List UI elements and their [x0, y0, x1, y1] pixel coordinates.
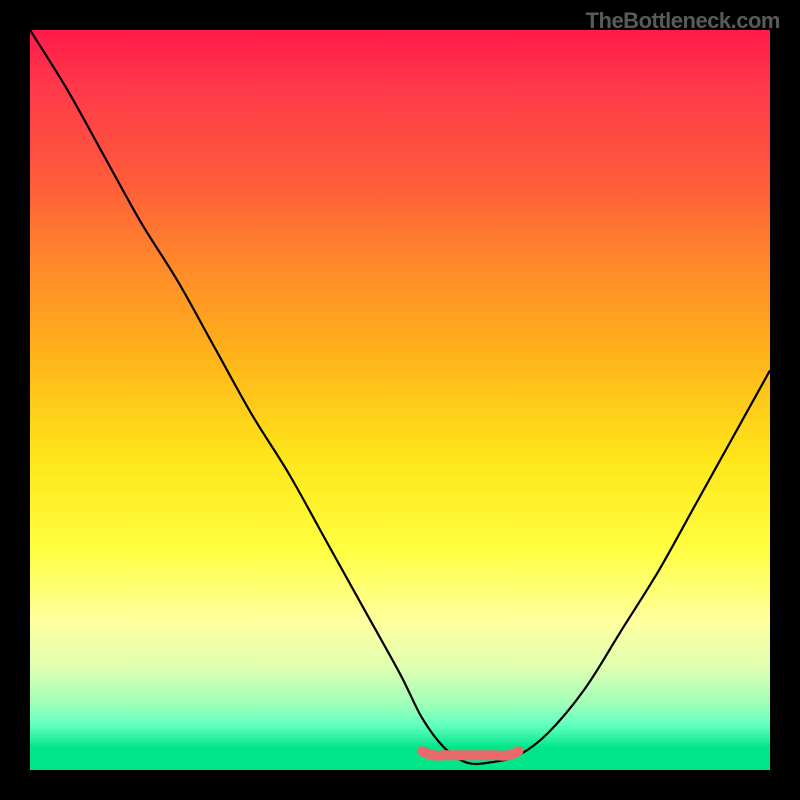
- optimal-range-marker: [422, 751, 518, 756]
- bottleneck-heatmap-plot: [30, 30, 770, 770]
- watermark-text: TheBottleneck.com: [586, 8, 780, 34]
- bottleneck-curve-line: [30, 30, 770, 764]
- curve-svg: [30, 30, 770, 770]
